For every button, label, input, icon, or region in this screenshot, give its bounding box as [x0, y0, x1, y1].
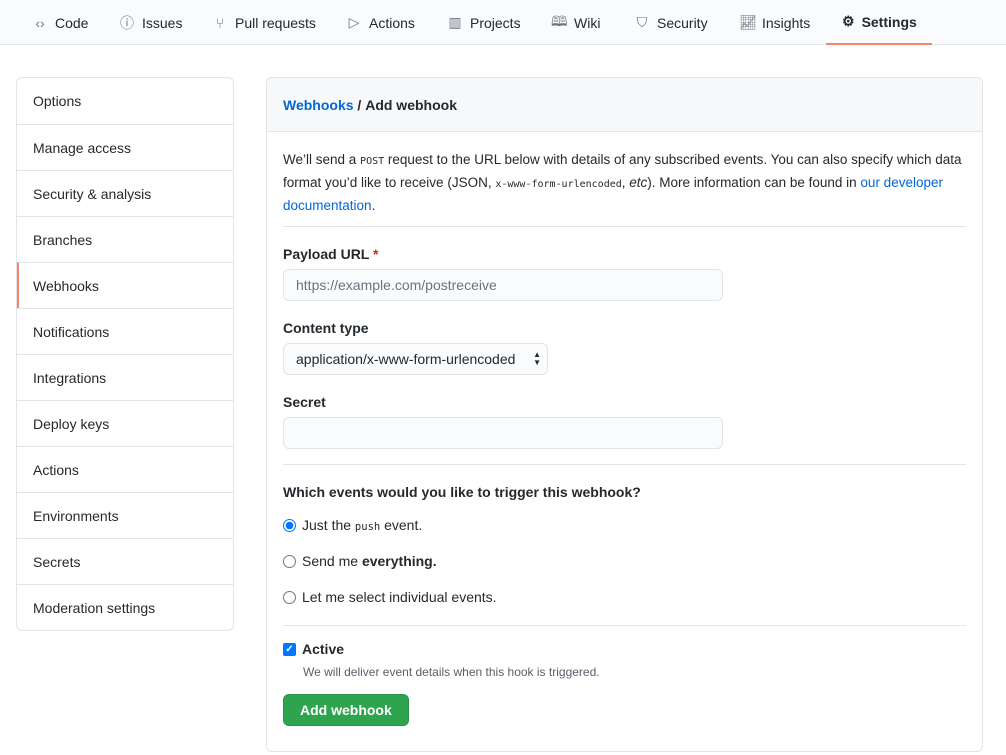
sidebar-item-security-analysis[interactable]: Security & analysis: [17, 170, 233, 216]
tab-pull-requests[interactable]: ⑂ Pull requests: [196, 0, 332, 45]
required-mark: *: [373, 246, 379, 262]
divider: [283, 464, 966, 465]
payload-url-input[interactable]: [283, 269, 723, 301]
select-arrows-icon: ▲ ▼: [533, 350, 541, 367]
add-webhook-panel: Webhooks / Add webhook We’ll send a POST…: [266, 77, 983, 752]
repo-nav: ‹› Code ⓘ Issues ⑂ Pull requests ▷ Actions ▥…: [0, 0, 1006, 45]
add-webhook-button[interactable]: Add webhook: [283, 694, 409, 726]
radio-label: Let me select individual events.: [302, 589, 497, 605]
radio-bold: everything.: [361, 553, 437, 569]
payload-url-label: Payload URL *: [283, 246, 378, 262]
radio-text: Send me: [302, 553, 362, 569]
radio-icon[interactable]: [283, 554, 296, 568]
tab-actions[interactable]: ▷ Actions: [330, 0, 431, 45]
issue-icon: ⓘ: [120, 14, 134, 31]
book-icon: 🕮: [551, 12, 568, 29]
radio-code: push: [354, 521, 381, 533]
events-question: Which events would you like to trigger t…: [283, 484, 641, 500]
breadcrumb-webhooks-link[interactable]: Webhooks: [283, 97, 354, 113]
radio-selected-icon[interactable]: [283, 518, 296, 532]
radio-push-event[interactable]: Just the push event.: [283, 517, 422, 533]
sidebar-item-actions[interactable]: Actions: [17, 446, 233, 492]
code-icon: ‹›: [35, 14, 45, 31]
tab-security[interactable]: ⛉ Security: [618, 0, 724, 45]
sidebar-item-deploy-keys[interactable]: Deploy keys: [17, 400, 233, 446]
sidebar-item-moderation-settings[interactable]: Moderation settings: [17, 584, 233, 630]
shield-icon: ⛉: [636, 14, 648, 30]
tab-issues[interactable]: ⓘ Issues: [103, 0, 198, 45]
breadcrumb-separator: /: [353, 96, 366, 113]
radio-label: Just the push event.: [302, 517, 422, 533]
active-label: Active: [302, 641, 345, 657]
desc-code-post: POST: [360, 156, 385, 167]
radio-text: event.: [380, 517, 423, 533]
desc-text: We’ll send a: [283, 152, 361, 167]
sidebar-item-webhooks[interactable]: Webhooks: [17, 262, 233, 308]
tab-projects[interactable]: ▥ Projects: [431, 0, 537, 45]
sidebar-item-environments[interactable]: Environments: [17, 492, 233, 538]
breadcrumb: Webhooks / Add webhook: [267, 78, 982, 132]
sidebar-item-branches[interactable]: Branches: [17, 216, 233, 262]
content-type-select[interactable]: application/x-www-form-urlencoded ▲ ▼: [283, 343, 548, 375]
project-icon: ▥: [448, 14, 462, 30]
settings-sidebar: Options Manage access Security & analysi…: [16, 77, 234, 631]
active-checkbox[interactable]: ✓ Active: [283, 641, 344, 657]
secret-input[interactable]: [283, 417, 723, 449]
sidebar-item-secrets[interactable]: Secrets: [17, 538, 233, 584]
radio-everything[interactable]: Send me everything.: [283, 553, 437, 569]
tab-wiki[interactable]: 🕮 Wiki: [535, 0, 616, 45]
desc-text: .: [371, 198, 376, 213]
sidebar-item-integrations[interactable]: Integrations: [17, 354, 233, 400]
sidebar-item-notifications[interactable]: Notifications: [17, 308, 233, 354]
tab-insights[interactable]: 📈︎ Insights: [723, 0, 826, 45]
content-type-value: application/x-www-form-urlencoded: [296, 351, 516, 367]
radio-icon[interactable]: [283, 590, 296, 604]
desc-text: ). More information can be found in: [647, 175, 861, 190]
radio-select-events[interactable]: Let me select individual events.: [283, 589, 497, 605]
divider: [283, 226, 966, 227]
desc-code-format: x-www-form-urlencoded: [495, 179, 622, 190]
radio-label: Send me everything.: [302, 553, 437, 569]
desc-etc: etc: [629, 175, 648, 190]
webhook-description: We’ll send a POST request to the URL bel…: [283, 149, 973, 216]
checkbox-checked-icon[interactable]: ✓: [283, 642, 296, 656]
active-note: We will deliver event details when this …: [303, 665, 600, 679]
page-title: Add webhook: [365, 96, 457, 113]
graph-icon: 📈︎: [739, 14, 757, 30]
gear-icon: ⚙: [842, 13, 855, 29]
label-text: Payload URL: [283, 246, 370, 262]
radio-text: Just the: [302, 517, 355, 533]
content-type-label: Content type: [283, 320, 369, 336]
play-icon: ▷: [348, 14, 360, 30]
divider: [283, 625, 966, 626]
tab-code[interactable]: ‹› Code: [16, 0, 104, 45]
sidebar-item-manage-access[interactable]: Manage access: [17, 124, 233, 170]
secret-label: Secret: [283, 394, 326, 410]
tab-settings[interactable]: ⚙ Settings: [826, 0, 932, 45]
sidebar-item-options[interactable]: Options: [17, 78, 233, 124]
pull-request-icon: ⑂: [215, 14, 225, 31]
